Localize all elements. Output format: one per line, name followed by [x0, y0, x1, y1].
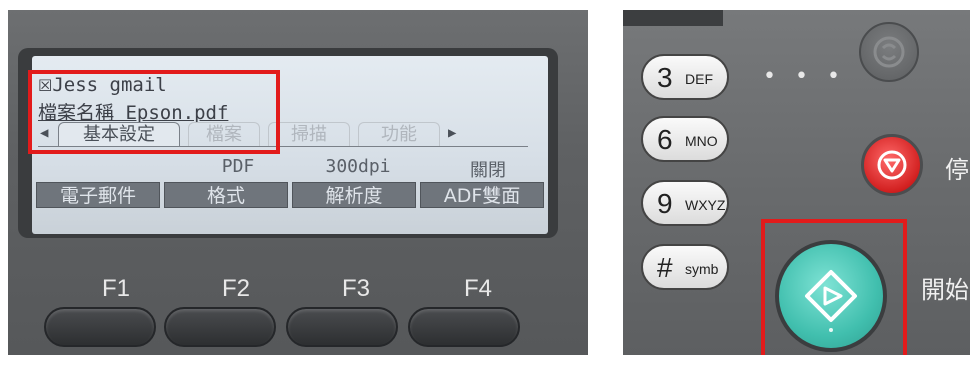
- softkey-resolution[interactable]: 解析度: [292, 182, 416, 208]
- tab-function[interactable]: 功能: [358, 122, 440, 147]
- f4-button[interactable]: [408, 307, 520, 347]
- key-3-number: 3: [657, 62, 673, 93]
- f1-label: F1: [101, 275, 130, 302]
- power-icon: [873, 36, 905, 68]
- softkey-adf-duplex[interactable]: ADF雙面: [420, 182, 544, 208]
- keypad-photo: 3 DEF 6 MNO 9 WXYZ # symb • • • 停 開始: [623, 10, 970, 355]
- f2-label: F2: [221, 275, 250, 302]
- key-hash-symbol: #: [657, 252, 673, 283]
- key-3-letters: DEF: [685, 71, 713, 87]
- stop-label: 停: [945, 156, 969, 184]
- format-value: PDF: [221, 156, 255, 177]
- stop-button[interactable]: [861, 134, 923, 196]
- highlight-box-lcd: [28, 70, 280, 154]
- status-dots: • • •: [763, 64, 846, 89]
- key-9[interactable]: 9 WXYZ: [641, 180, 729, 226]
- key-6-letters: MNO: [685, 133, 718, 149]
- highlight-box-start: [761, 219, 907, 355]
- key-hash-label: symb: [685, 261, 719, 277]
- key-9-number: 9: [657, 188, 673, 219]
- key-hash[interactable]: # symb: [641, 244, 729, 290]
- key-9-letters: WXYZ: [685, 197, 726, 213]
- f4-label: F4: [463, 275, 492, 302]
- start-label: 開始: [921, 276, 969, 304]
- resolution-value: 300dpi: [325, 156, 391, 177]
- lcd-panel-photo: ☒Jess gmail 檔案名稱 Epson.pdf ◀ 基本設定 檔案 掃描 …: [8, 10, 588, 355]
- tab-scan[interactable]: 掃描: [268, 122, 350, 147]
- power-button[interactable]: [859, 22, 919, 82]
- right-arrow-icon[interactable]: ▶: [448, 125, 456, 141]
- key-6-number: 6: [657, 124, 673, 155]
- setting-values: PDF 300dpi 關閉: [38, 156, 538, 181]
- stop-icon: [877, 150, 907, 180]
- key-3[interactable]: 3 DEF: [641, 54, 729, 100]
- f3-label: F3: [341, 275, 370, 302]
- f1-button[interactable]: [44, 307, 156, 347]
- f3-button[interactable]: [286, 307, 398, 347]
- f2-button[interactable]: [164, 307, 276, 347]
- key-6[interactable]: 6 MNO: [641, 116, 729, 162]
- softkey-row: 電子郵件 格式 解析度 ADF雙面: [34, 182, 546, 208]
- softkey-email[interactable]: 電子郵件: [36, 182, 160, 208]
- softkey-format[interactable]: 格式: [164, 182, 288, 208]
- panel-edge: [623, 10, 723, 26]
- adf-duplex-value: 關閉: [470, 160, 506, 181]
